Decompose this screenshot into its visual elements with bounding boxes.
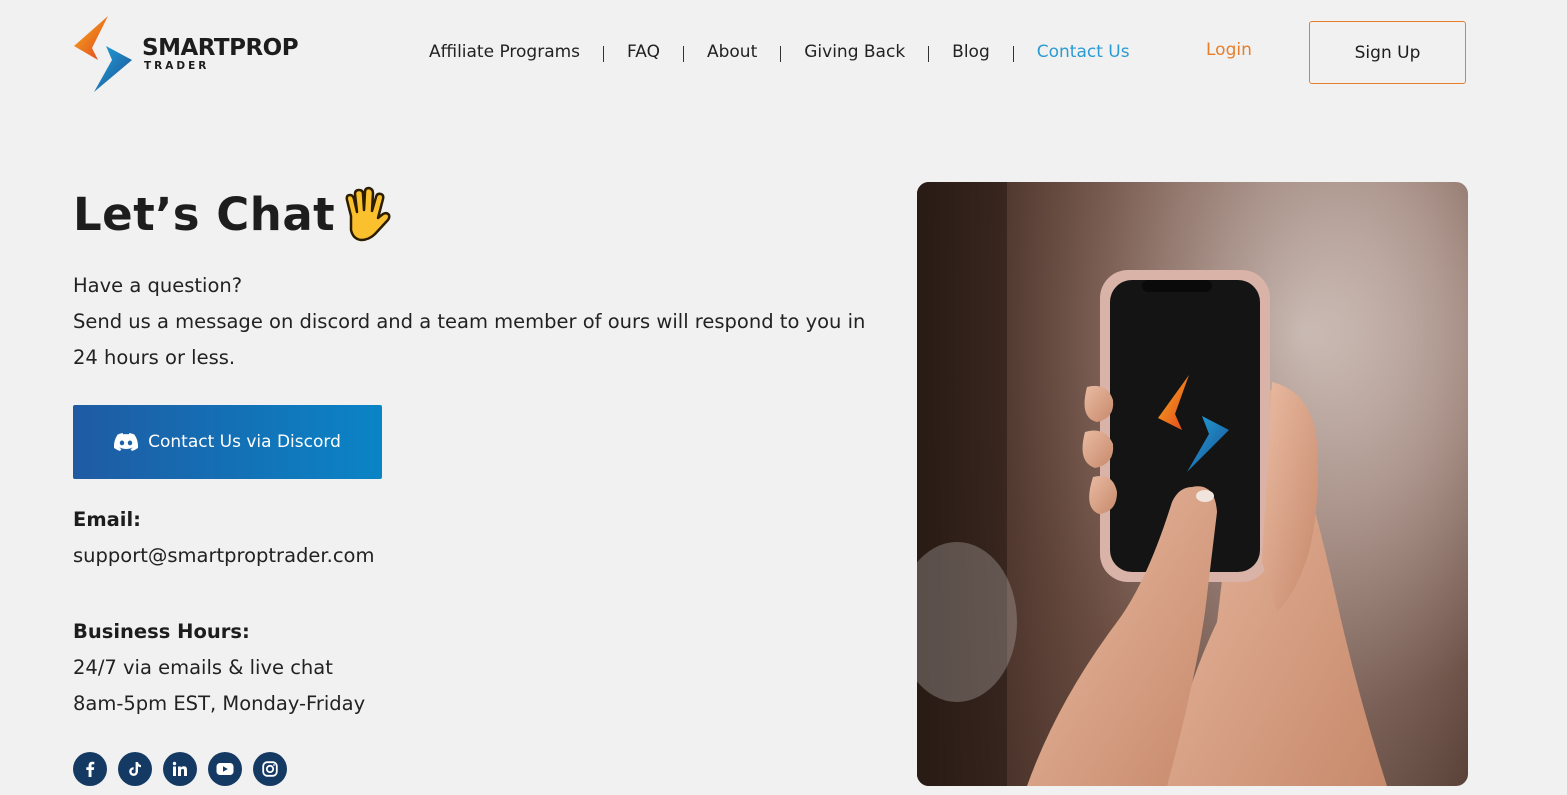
waving-hand-icon	[339, 186, 391, 242]
nav-divider	[928, 46, 930, 62]
phone-in-hands-illustration	[917, 182, 1468, 786]
logo-main-text: SMARTPROP	[142, 34, 299, 61]
business-hours-label: Business Hours:	[73, 620, 250, 643]
nav-blog[interactable]: Blog	[952, 42, 990, 62]
nav-affiliate-programs[interactable]: Affiliate Programs	[429, 42, 580, 62]
nav-divider	[682, 46, 684, 62]
intro-message: Send us a message on discord and a team …	[73, 310, 866, 369]
intro-text: Have a question? Send us a message on di…	[73, 268, 893, 376]
hero-photo	[917, 182, 1468, 786]
linkedin-icon	[172, 761, 187, 776]
instagram-link[interactable]	[253, 752, 287, 786]
main-nav: Affiliate Programs FAQ About Giving Back…	[429, 40, 1130, 64]
nav-divider	[603, 46, 605, 62]
instagram-icon	[262, 761, 278, 777]
tiktok-icon	[129, 762, 141, 776]
youtube-icon	[216, 763, 234, 775]
tiktok-link[interactable]	[118, 752, 152, 786]
email-value[interactable]: support@smartproptrader.com	[73, 544, 374, 567]
nav-contact-us[interactable]: Contact Us	[1037, 42, 1130, 62]
nav-divider	[1012, 46, 1014, 62]
nav-about[interactable]: About	[707, 42, 757, 62]
contact-discord-label: Contact Us via Discord	[148, 432, 341, 452]
youtube-link[interactable]	[208, 752, 242, 786]
facebook-link[interactable]	[73, 752, 107, 786]
facebook-icon	[86, 761, 95, 777]
sign-up-button[interactable]: Sign Up	[1309, 21, 1466, 84]
linkedin-link[interactable]	[163, 752, 197, 786]
site-logo[interactable]: SMARTPROP TRADER	[72, 16, 299, 92]
page-title-text: Let’s Chat	[73, 187, 336, 241]
discord-icon	[114, 433, 139, 451]
business-hours-line-2: 8am-5pm EST, Monday-Friday	[73, 692, 366, 715]
nav-divider	[780, 46, 782, 62]
page-title: Let’s Chat	[73, 186, 391, 242]
logo-sub-text: TRADER	[144, 59, 210, 72]
login-link[interactable]: Login	[1206, 40, 1252, 60]
nav-giving-back[interactable]: Giving Back	[804, 42, 905, 62]
business-hours-line-1: 24/7 via emails & live chat	[73, 656, 333, 679]
contact-discord-button[interactable]: Contact Us via Discord	[73, 405, 382, 479]
nav-faq[interactable]: FAQ	[627, 42, 660, 62]
social-links	[73, 752, 298, 786]
intro-question: Have a question?	[73, 274, 243, 297]
email-label: Email:	[73, 508, 141, 531]
logo-mark-icon	[74, 16, 132, 92]
